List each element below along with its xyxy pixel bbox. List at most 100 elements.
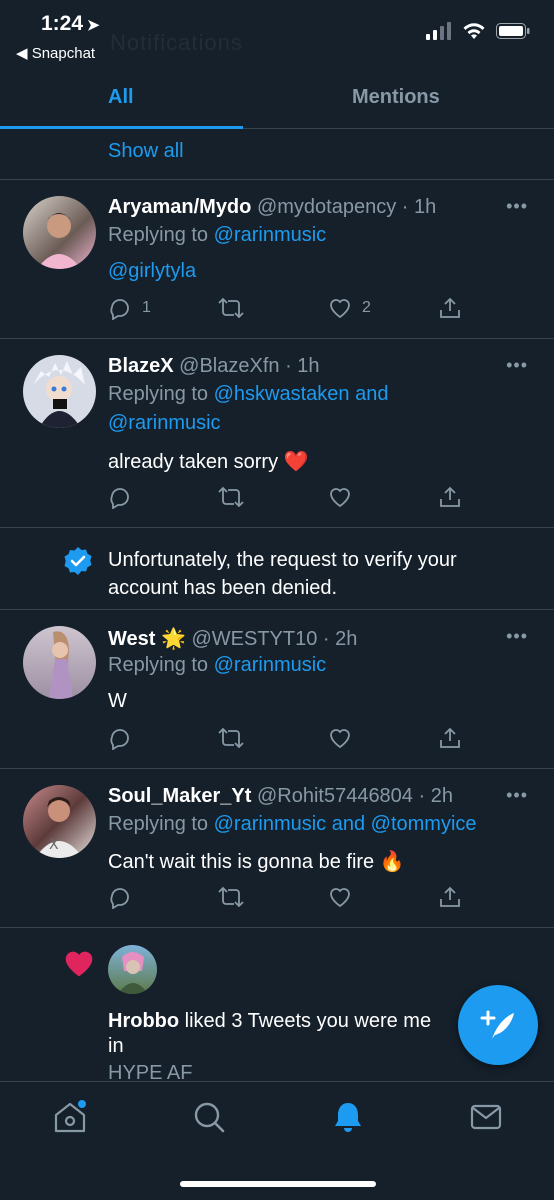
tweet-item[interactable]: BlazeX @BlazeXfn · 1h ••• Replying to @h… <box>0 339 554 527</box>
replying-to-link[interactable]: @rarinmusic and @tommyice <box>214 813 477 835</box>
reply-button[interactable] <box>108 726 132 750</box>
like-button[interactable] <box>328 485 352 509</box>
avatar[interactable]: X <box>23 785 96 858</box>
tab-mentions[interactable]: Mentions <box>352 86 440 109</box>
replying-prefix: Replying to <box>108 224 214 246</box>
retweet-button[interactable] <box>218 726 244 750</box>
reply-button[interactable]: 1 <box>108 296 151 320</box>
like-button[interactable] <box>328 885 352 909</box>
share-icon <box>440 727 460 748</box>
battery-icon <box>496 23 530 39</box>
more-options-icon[interactable]: ••• <box>506 626 528 647</box>
more-options-icon[interactable]: ••• <box>506 785 528 806</box>
tweet-time: · 2h <box>418 785 453 807</box>
heart-icon <box>330 888 350 908</box>
avatar[interactable] <box>23 355 96 428</box>
share-button[interactable] <box>438 726 462 750</box>
tweet-author-handle: @WESTYT10 <box>191 628 318 650</box>
tweet-author-name[interactable]: BlazeX <box>108 355 174 377</box>
divider <box>0 527 554 528</box>
home-icon <box>54 1100 86 1133</box>
ghost-header-title: Notifications <box>110 30 243 55</box>
tweet-text: Can't wait this is gonna be fire 🔥 <box>108 851 405 873</box>
tweet-actions: 1 2 <box>108 296 468 320</box>
retweet-button[interactable] <box>218 485 244 509</box>
replying-to-link[interactable]: @hskwastaken and <box>214 383 389 405</box>
replying-prefix: Replying to <box>108 383 214 405</box>
reply-count: 1 <box>142 299 151 316</box>
like-action-text: liked 3 Tweets you were me <box>179 1010 432 1032</box>
tweet-item[interactable]: X Soul_Maker_Yt @Rohit57446804 · 2h ••• … <box>0 769 554 927</box>
avatar[interactable] <box>23 626 96 699</box>
retweet-button[interactable] <box>218 885 244 909</box>
tweet-actions <box>108 885 468 909</box>
nav-messages[interactable] <box>469 1100 503 1139</box>
tweet-text: W <box>108 690 127 712</box>
share-icon <box>440 486 460 507</box>
tweet-author-name[interactable]: West 🌟 <box>108 628 186 650</box>
replying-prefix: Replying to <box>108 813 214 835</box>
retweet-button[interactable] <box>218 296 244 320</box>
location-icon: ➤ <box>87 17 100 34</box>
retweet-icon <box>218 297 244 319</box>
tweet-time: · 1h <box>401 196 437 218</box>
tweet-author-handle: @mydotapency <box>256 196 397 218</box>
nav-notifications[interactable] <box>331 1100 365 1139</box>
back-to-app-link[interactable]: ◀ Snapchat <box>16 44 95 62</box>
reply-button[interactable] <box>108 485 132 509</box>
tweet-actions <box>108 485 468 509</box>
verified-badge-icon <box>63 546 93 581</box>
tab-all[interactable]: All <box>108 86 134 109</box>
reply-icon <box>110 488 129 509</box>
replying-to-link[interactable]: @rarinmusic <box>214 654 327 676</box>
more-options-icon[interactable]: ••• <box>506 355 528 376</box>
tweet-actions <box>108 726 468 750</box>
nav-search[interactable] <box>192 1100 226 1139</box>
liked-heart-icon <box>65 951 93 977</box>
tweet-text[interactable]: @girlytyla <box>108 260 196 283</box>
heart-icon <box>330 299 350 319</box>
heart-icon <box>330 729 350 749</box>
reply-icon <box>110 729 129 750</box>
tweet-author-name[interactable]: Aryaman/Mydo <box>108 196 251 218</box>
heart-icon <box>330 488 350 508</box>
nav-home[interactable] <box>52 1100 88 1139</box>
tweet-author-handle: @BlazeXfn <box>179 355 280 377</box>
like-button[interactable] <box>328 726 352 750</box>
tweet-item[interactable]: West 🌟 @WESTYT10 · 2h ••• Replying to @r… <box>0 610 554 768</box>
tweet-text: already taken sorry ❤️ <box>108 451 309 473</box>
replying-to-link[interactable]: @rarinmusic <box>214 224 327 246</box>
share-button[interactable] <box>438 885 462 909</box>
more-options-icon[interactable]: ••• <box>506 196 528 217</box>
like-button[interactable]: 2 <box>328 296 371 320</box>
tweet-author-name[interactable]: Soul_Maker_Yt <box>108 785 251 807</box>
bell-icon <box>335 1103 361 1132</box>
like-count: 2 <box>362 299 371 316</box>
tweet-time: · 2h <box>322 628 358 650</box>
share-button[interactable] <box>438 485 462 509</box>
replying-prefix: Replying to <box>108 654 214 676</box>
reply-button[interactable] <box>108 885 132 909</box>
clock: 1:24 ➤ <box>41 12 100 35</box>
retweet-icon <box>218 886 244 908</box>
replying-to-link[interactable]: @rarinmusic <box>108 412 221 435</box>
avatar[interactable] <box>23 196 96 269</box>
status-icons <box>426 22 530 40</box>
home-indicator <box>180 1181 376 1187</box>
verification-denied-text[interactable]: Unfortunately, the request to verify you… <box>108 546 528 602</box>
tweet-item[interactable]: Aryaman/Mydo @mydotapency · 1h ••• Reply… <box>0 180 554 338</box>
compose-tweet-button[interactable] <box>458 985 538 1065</box>
divider <box>0 927 554 928</box>
like-action-text-continued: in <box>108 1035 124 1057</box>
liker-name[interactable]: Hrobbo <box>108 1010 179 1032</box>
notification-tabs: All Mentions <box>0 72 554 129</box>
share-icon <box>440 297 460 318</box>
active-tab-indicator <box>0 126 243 129</box>
show-all-link[interactable]: Show all <box>108 140 184 163</box>
share-button[interactable] <box>438 296 462 320</box>
compose-icon <box>480 1010 514 1040</box>
reply-icon <box>110 888 129 909</box>
avatar[interactable] <box>108 945 157 994</box>
retweet-icon <box>218 727 244 749</box>
reply-icon <box>110 299 129 320</box>
